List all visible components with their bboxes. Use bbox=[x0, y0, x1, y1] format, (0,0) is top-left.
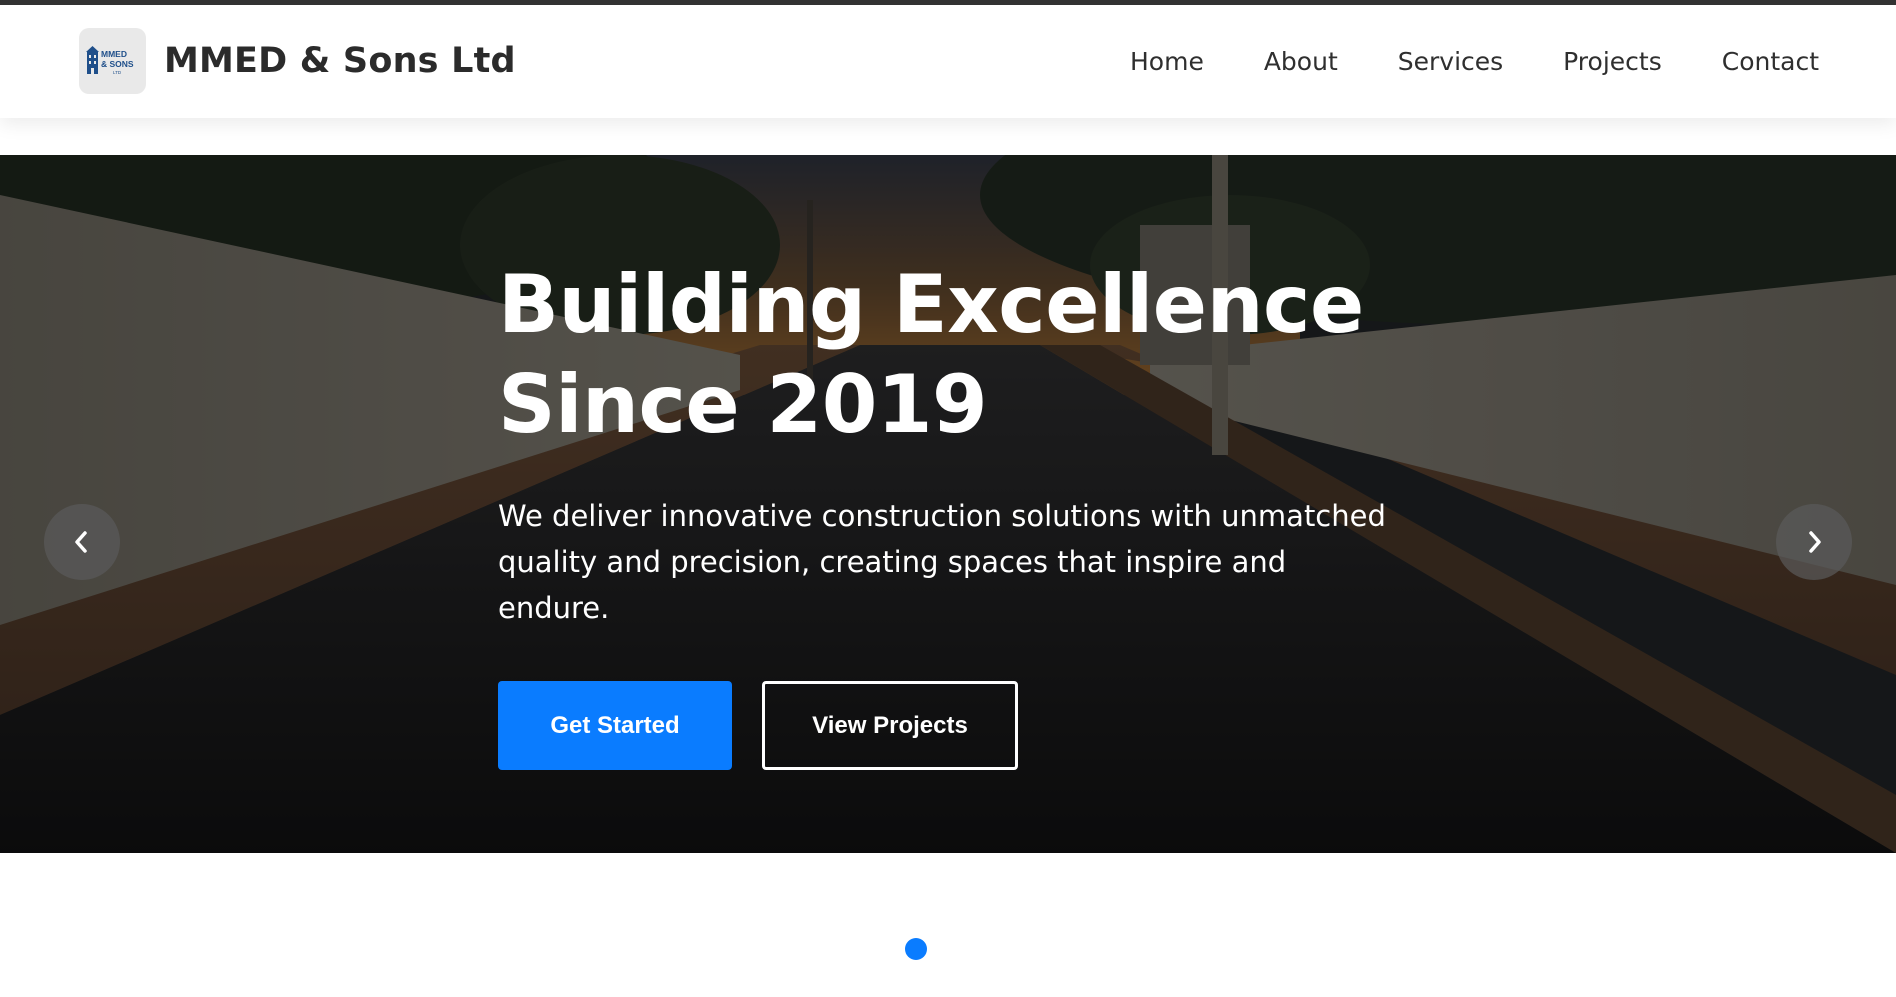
brand[interactable]: MMED & SONS LTD MMED & Sons Ltd bbox=[79, 28, 516, 94]
carousel-next-button[interactable] bbox=[1776, 504, 1852, 580]
nav-item-projects[interactable]: Projects bbox=[1563, 47, 1662, 76]
main-nav: Home About Services Projects Contact bbox=[1130, 5, 1819, 118]
carousel-indicator-dot[interactable] bbox=[905, 938, 927, 960]
site-header: MMED & SONS LTD MMED & Sons Ltd Home Abo… bbox=[0, 5, 1896, 118]
carousel-prev-button[interactable] bbox=[44, 504, 120, 580]
hero-title: Building Excellence Since 2019 bbox=[498, 255, 1418, 455]
nav-item-home[interactable]: Home bbox=[1130, 47, 1204, 76]
chevron-right-icon bbox=[1809, 531, 1821, 553]
nav-item-services[interactable]: Services bbox=[1398, 47, 1503, 76]
svg-text:LTD: LTD bbox=[113, 70, 122, 75]
hero-title-line-1: Building Excellence bbox=[498, 258, 1364, 351]
hero-content: Building Excellence Since 2019 We delive… bbox=[498, 255, 1418, 770]
hero-title-line-2: Since 2019 bbox=[498, 358, 988, 451]
svg-text:MMED: MMED bbox=[101, 49, 127, 59]
hero-actions: Get Started View Projects bbox=[498, 681, 1418, 770]
get-started-button[interactable]: Get Started bbox=[498, 681, 732, 770]
company-logo[interactable]: MMED & SONS LTD bbox=[79, 28, 146, 94]
brand-name[interactable]: MMED & Sons Ltd bbox=[164, 41, 516, 81]
chevron-left-icon bbox=[75, 531, 87, 553]
nav-item-contact[interactable]: Contact bbox=[1722, 47, 1819, 76]
hero-subtitle: We deliver innovative construction solut… bbox=[498, 499, 1386, 625]
view-projects-button[interactable]: View Projects bbox=[762, 681, 1018, 770]
svg-text:& SONS: & SONS bbox=[101, 59, 134, 69]
nav-item-about[interactable]: About bbox=[1264, 47, 1338, 76]
building-icon bbox=[85, 46, 99, 74]
hero-slider: Building Excellence Since 2019 We delive… bbox=[0, 155, 1896, 853]
